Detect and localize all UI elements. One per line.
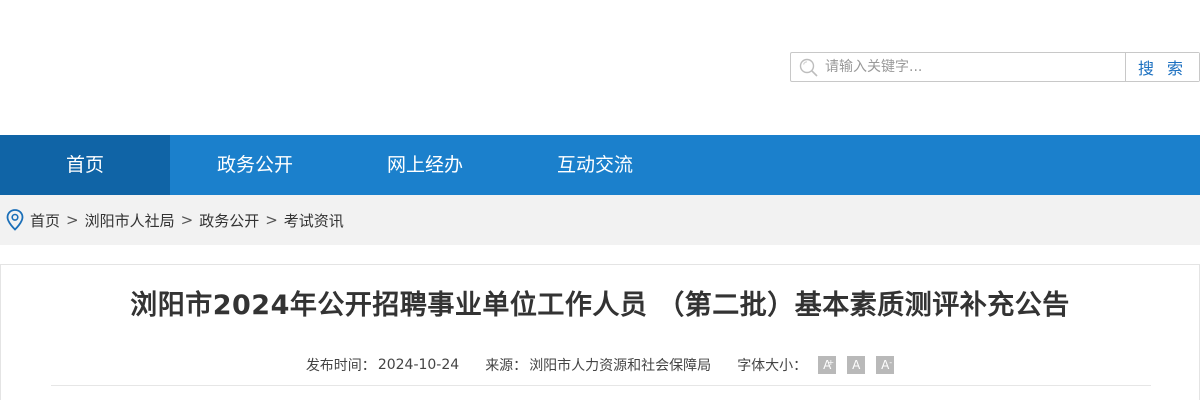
- search-button[interactable]: 搜 索: [1125, 53, 1199, 81]
- breadcrumb-exam-news[interactable]: 考试资讯: [284, 210, 344, 231]
- search-input[interactable]: [823, 53, 1125, 81]
- search-box: 搜 索: [790, 52, 1200, 82]
- publish-date-label: 发布时间：: [305, 358, 376, 374]
- publish-date-group: 发布时间： 2024-10-24: [306, 355, 459, 375]
- divider: [51, 385, 1151, 386]
- article-title: 浏阳市2024年公开招聘事业单位工作人员 （第二批）基本素质测评补充公告: [130, 290, 1070, 321]
- publish-date: 2024-10-24: [377, 357, 460, 373]
- breadcrumb-government-affairs[interactable]: 政务公开: [199, 210, 259, 231]
- font-size-default-button[interactable]: A: [847, 356, 866, 374]
- article-meta: 发布时间： 2024-10-24 来源： 浏阳市人力资源和社会保障局 字体大小：…: [1, 355, 1199, 375]
- nav-item-interaction[interactable]: 互动交流: [510, 135, 680, 195]
- breadcrumb-home[interactable]: 首页: [30, 210, 60, 231]
- font-size-label: 字体大小：: [737, 358, 808, 374]
- nav-item-government-affairs[interactable]: 政务公开: [170, 135, 340, 195]
- source-value: 浏阳市人力资源和社会保障局: [529, 358, 712, 374]
- nav-item-home[interactable]: 首页: [0, 135, 170, 195]
- breadcrumb-separator: >: [180, 211, 194, 229]
- breadcrumb-separator: >: [66, 211, 79, 229]
- search-icon: [791, 53, 823, 81]
- font-size-small-button[interactable]: A-: [876, 356, 895, 374]
- breadcrumb-bureau[interactable]: 浏阳市人社局: [85, 210, 175, 231]
- nav-item-online-services[interactable]: 网上经办: [340, 135, 510, 195]
- breadcrumb-separator: >: [265, 211, 278, 229]
- font-size-group: 字体大小： A + A A-: [737, 355, 895, 375]
- site-header: 搜 索: [0, 0, 1200, 135]
- breadcrumb: 首页 > 浏阳市人社局 > 政务公开 > 考试资讯: [0, 195, 1200, 245]
- source-group: 来源： 浏阳市人力资源和社会保障局: [485, 355, 711, 375]
- article-panel: 浏阳市2024年公开招聘事业单位工作人员 （第二批）基本素质测评补充公告 发布时…: [0, 264, 1200, 400]
- font-size-large-button[interactable]: A +: [818, 356, 837, 374]
- main-nav: 首页 政务公开 网上经办 互动交流: [0, 135, 1200, 195]
- source-label: 来源：: [485, 358, 528, 374]
- location-pin-icon: [6, 209, 24, 231]
